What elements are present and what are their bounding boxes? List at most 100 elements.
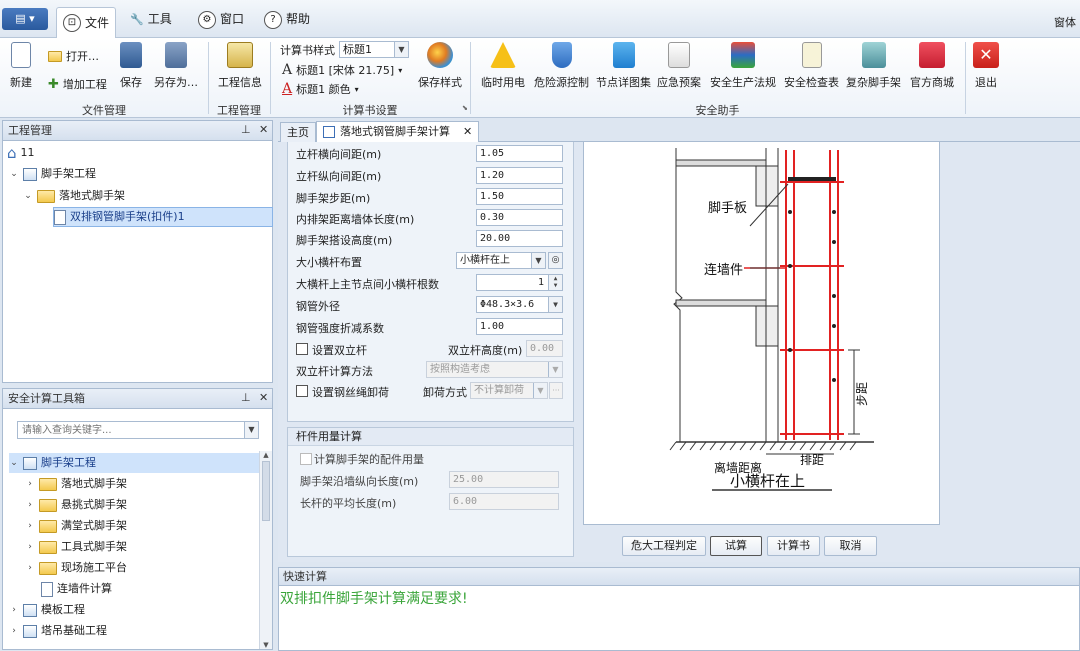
app-menu-button[interactable]: ▤ ▾ bbox=[2, 8, 48, 30]
crossbar-value: 小横杆在上 bbox=[460, 255, 510, 266]
safety-btn-temp-power[interactable]: 临时用电 bbox=[481, 42, 525, 90]
calc-style-select[interactable]: 标题1 ▼ bbox=[339, 41, 409, 58]
safety-btn-emergency[interactable]: 应急预案 bbox=[657, 42, 701, 90]
safety-label: 安全生产法规 bbox=[710, 76, 776, 89]
tab-window-label: 窗口 bbox=[220, 12, 245, 26]
palette-icon bbox=[427, 42, 453, 68]
input-height[interactable]: 20.00 bbox=[476, 230, 563, 247]
cancel-button[interactable]: 取消 bbox=[824, 536, 877, 556]
trial-button[interactable]: 试算 bbox=[710, 536, 762, 556]
wire-unload-checkbox[interactable] bbox=[296, 385, 308, 397]
tree-node-scaffold-project[interactable]: ⌄ 脚手架工程 bbox=[9, 164, 96, 184]
exit-button[interactable]: ✕ 退出 bbox=[973, 42, 999, 90]
field-label: 大小横杆布置 bbox=[296, 256, 362, 269]
double-pole-checkbox[interactable] bbox=[296, 343, 308, 355]
tree-node-double-row-selected[interactable]: 双排钢管脚手架(扣件)1 bbox=[53, 207, 273, 227]
calcbook-button[interactable]: 计算书 bbox=[767, 536, 820, 556]
unload-select[interactable]: 不计算卸荷 ▼ bbox=[470, 382, 548, 399]
chevron-down-icon: ▼ bbox=[531, 253, 545, 268]
toolbox-node-tool-type[interactable]: › 工具式脚手架 bbox=[25, 537, 127, 557]
double-method-select[interactable]: 按照构造考虑 ▼ bbox=[426, 361, 563, 378]
input-step[interactable]: 1.50 bbox=[476, 188, 563, 205]
tree-node-root[interactable]: ⌂ 11 bbox=[7, 143, 35, 163]
pin-icon[interactable]: ⊥ bbox=[241, 391, 251, 404]
tab-file[interactable]: ⊡ 文件 bbox=[56, 7, 117, 38]
toolbox-scrollbar[interactable]: ▲ ▼ bbox=[259, 451, 272, 649]
close-icon[interactable]: ✕ bbox=[463, 122, 472, 142]
spin-arrows-icon[interactable]: ▲ ▼ bbox=[548, 275, 562, 290]
scroll-down-icon[interactable]: ▼ bbox=[260, 641, 272, 649]
toolbox-search[interactable]: ▼ bbox=[17, 421, 259, 439]
project-panel: 工程管理 ⊥ ✕ ⌂ 11 ⌄ 脚手架工程 ⌄ 落地式脚手架 双排钢管脚手架(扣件)1 bbox=[2, 120, 273, 383]
usage-checkbox[interactable] bbox=[300, 453, 312, 465]
scroll-up-icon[interactable]: ▲ bbox=[260, 451, 272, 459]
safety-btn-regulations[interactable]: 安全生产法规 bbox=[710, 42, 776, 90]
close-icon[interactable]: ✕ bbox=[259, 391, 268, 404]
toolbox-node-wall-tie[interactable]: 连墙件计算 bbox=[41, 579, 112, 599]
tab-help[interactable]: ? 帮助 bbox=[258, 7, 316, 32]
tree-node-label: 满堂式脚手架 bbox=[61, 519, 127, 532]
input-double-height[interactable]: 0.00 bbox=[526, 340, 563, 357]
safety-btn-store[interactable]: 官方商城 bbox=[910, 42, 954, 90]
safety-label: 官方商城 bbox=[910, 76, 954, 89]
tab-home[interactable]: 主页 bbox=[280, 122, 316, 142]
scaffold-drawing: 脚手板 连墙件 步距 离墙距离 排距 小横杆在上 bbox=[669, 148, 874, 491]
chevron-down-icon: ⌄ bbox=[10, 169, 18, 179]
add-project-button[interactable]: ✚ 增加工程 bbox=[48, 76, 107, 92]
save-as-button[interactable]: 另存为… bbox=[154, 42, 198, 90]
input-strength[interactable]: 1.00 bbox=[476, 318, 563, 335]
input-wall-distance[interactable]: 0.30 bbox=[476, 209, 563, 226]
window-title-fragment: 窗体 bbox=[1054, 16, 1076, 29]
safety-btn-hazard[interactable]: 危险源控制 bbox=[534, 42, 589, 90]
close-icon[interactable]: ✕ bbox=[259, 123, 268, 136]
toolbox-node-formwork[interactable]: › 模板工程 bbox=[9, 600, 85, 620]
dialog-launcher-icon[interactable]: ⬊ bbox=[462, 104, 468, 112]
grid-icon bbox=[23, 167, 37, 181]
toolbox-node-full-hall[interactable]: › 满堂式脚手架 bbox=[25, 516, 127, 536]
project-info-label: 工程信息 bbox=[218, 76, 262, 89]
pipe-select[interactable]: Φ48.3×3.6 ▼ bbox=[476, 296, 563, 313]
tree-node-label: 脚手架工程 bbox=[41, 456, 96, 469]
pin-icon[interactable]: ⊥ bbox=[241, 123, 251, 136]
tab-calculation[interactable]: 落地式钢管脚手架计算 ✕ bbox=[316, 121, 480, 142]
toolbox-node-platform[interactable]: › 现场施工平台 bbox=[25, 558, 127, 578]
safety-btn-node-detail[interactable]: 节点详图集 bbox=[596, 42, 651, 90]
toolbox-node-tower-crane[interactable]: › 塔吊基础工程 bbox=[9, 621, 107, 641]
open-button[interactable]: 打开… bbox=[48, 48, 99, 64]
grid-icon bbox=[23, 624, 37, 638]
folder-icon bbox=[39, 477, 57, 491]
count-stepper[interactable]: 1 ▲ ▼ bbox=[476, 274, 563, 291]
exit-label: 退出 bbox=[975, 76, 997, 89]
input-avg-length[interactable]: 6.00 bbox=[449, 493, 559, 510]
project-info-button[interactable]: 工程信息 bbox=[218, 42, 262, 90]
folder-open-icon bbox=[48, 50, 62, 62]
tab-window[interactable]: ⚙ 窗口 bbox=[192, 7, 250, 32]
input-pole-longitudinal[interactable]: 1.20 bbox=[476, 167, 563, 184]
save-style-button[interactable]: 保存样式 bbox=[418, 42, 462, 90]
input-pole-transverse[interactable]: 1.05 bbox=[476, 145, 563, 162]
color-row[interactable]: A 标题1 颜色 ▾ bbox=[282, 81, 359, 97]
font-row[interactable]: A 标题1 [宋体 21.75] ▾ bbox=[282, 62, 402, 78]
new-button[interactable]: 新建 bbox=[10, 42, 32, 90]
search-icon[interactable]: ◎ bbox=[548, 252, 563, 269]
wrench-icon: 🔧 bbox=[130, 13, 144, 26]
more-button[interactable]: ··· bbox=[549, 382, 563, 399]
tree-node-floor-scaffold[interactable]: ⌄ 落地式脚手架 bbox=[23, 186, 125, 206]
help-icon: ? bbox=[264, 10, 282, 29]
chevron-down-icon[interactable]: ▼ bbox=[244, 422, 258, 438]
tab-tools[interactable]: 🔧 工具 bbox=[124, 7, 178, 32]
toolbox-node-scaffold[interactable]: ⌄ 脚手架工程 bbox=[9, 453, 259, 473]
search-input[interactable] bbox=[18, 422, 240, 438]
safety-btn-checklist[interactable]: 安全检查表 bbox=[784, 42, 839, 90]
tree-node-label: 连墙件计算 bbox=[57, 582, 112, 595]
judge-button[interactable]: 危大工程判定 bbox=[622, 536, 706, 556]
safety-btn-complex-scaffold[interactable]: 复杂脚手架 bbox=[846, 42, 901, 90]
scrollbar-thumb[interactable] bbox=[262, 461, 270, 521]
input-wall-length[interactable]: 25.00 bbox=[449, 471, 559, 488]
toolbox-node-cantilever[interactable]: › 悬挑式脚手架 bbox=[25, 495, 127, 515]
chevron-down-icon: ▼ bbox=[548, 297, 562, 312]
toolbox-node-floor[interactable]: › 落地式脚手架 bbox=[25, 474, 127, 494]
calc-style-value: 标题1 bbox=[343, 43, 372, 56]
crossbar-select[interactable]: 小横杆在上 ▼ bbox=[456, 252, 546, 269]
save-button[interactable]: 保存 bbox=[120, 42, 142, 90]
